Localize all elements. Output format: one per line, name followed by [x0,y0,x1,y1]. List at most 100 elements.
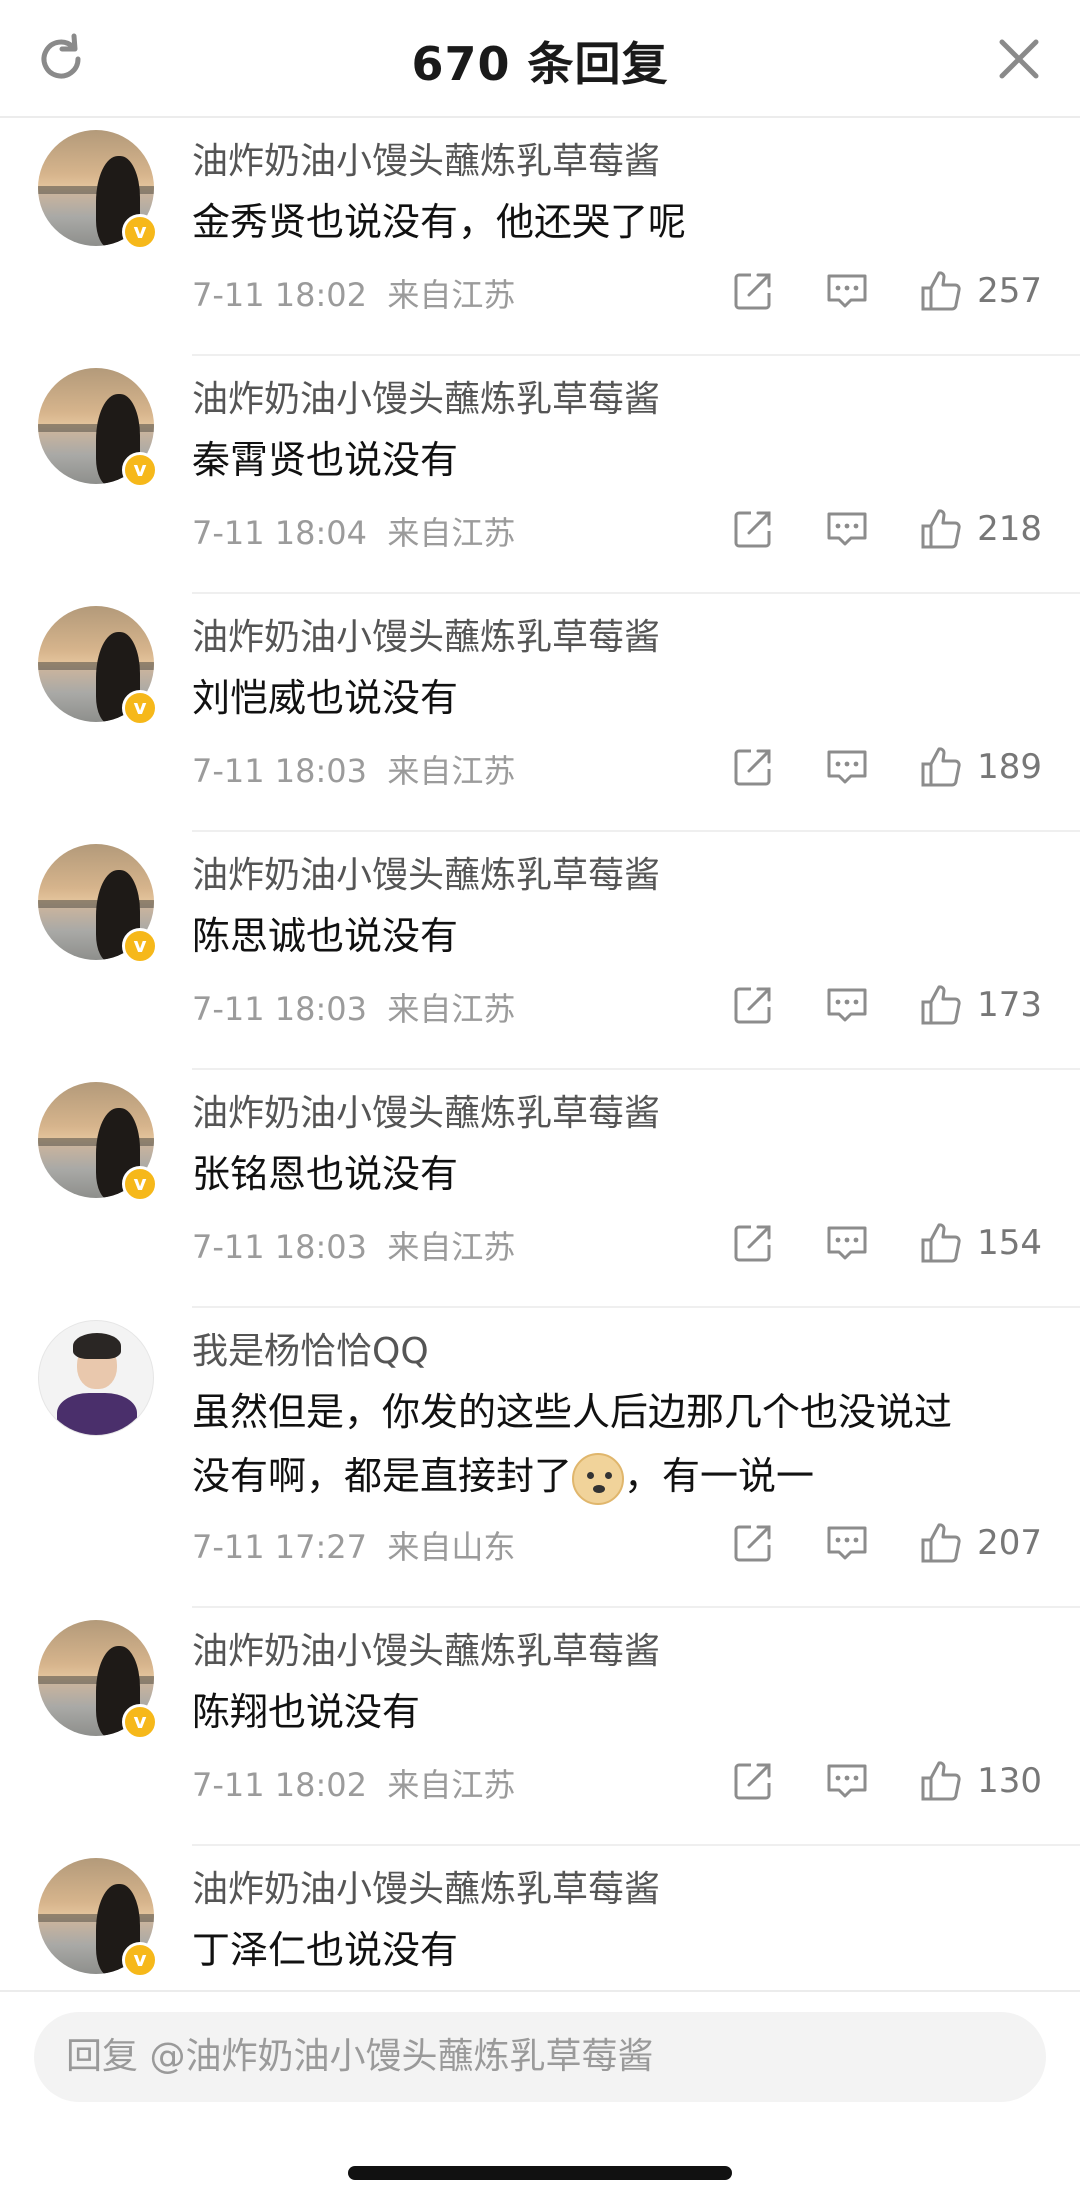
comment-item: v 油炸奶油小馒头蘸炼乳草莓酱 金秀贤也说没有，他还哭了呢 7-11 18:02… [0,118,1080,356]
thumbs-up-icon[interactable] [919,1759,963,1803]
username[interactable]: 油炸奶油小馒头蘸炼乳草莓酱 [192,132,660,184]
thumbs-up-icon[interactable] [919,1521,963,1565]
comment-time: 7-11 18:03 [192,990,368,1028]
share-icon[interactable] [731,1221,775,1265]
home-indicator[interactable] [348,2166,732,2180]
like-count: 257 [977,271,1042,311]
avatar[interactable]: v [38,368,158,488]
comment-list: v 油炸奶油小馒头蘸炼乳草莓酱 金秀贤也说没有，他还哭了呢 7-11 18:02… [0,118,1080,1990]
header: 670 条回复 [0,0,1080,118]
comment-time: 7-11 18:02 [192,1766,368,1804]
verified-badge-icon: v [122,214,158,250]
verified-badge-icon: v [122,1166,158,1202]
comment-text: 陈翔也说没有 [192,1690,421,1734]
comment-location: 来自江苏 [387,990,516,1028]
avatar[interactable]: v [38,844,158,964]
close-icon[interactable] [996,36,1042,82]
comment-icon[interactable] [825,1221,869,1265]
thumbs-up-icon[interactable] [919,1221,963,1265]
comment-time: 7-11 18:02 [192,276,368,314]
username[interactable]: 油炸奶油小馒头蘸炼乳草莓酱 [192,370,660,422]
username[interactable]: 油炸奶油小馒头蘸炼乳草莓酱 [192,1622,660,1674]
comment-item: v 油炸奶油小馒头蘸炼乳草莓酱 丁泽仁也说没有 [0,1846,1080,1990]
comment-icon[interactable] [825,507,869,551]
avatar[interactable]: v [38,1620,158,1740]
avatar[interactable]: v [38,130,158,250]
page-title: 670 条回复 [411,37,669,91]
comment-location: 来自江苏 [387,752,516,790]
comment-text: 秦霄贤也说没有 [192,438,459,482]
like-count: 207 [977,1523,1042,1563]
reply-footer: 回复 @油炸奶油小馒头蘸炼乳草莓酱 [0,1990,1080,2205]
avatar[interactable]: v [38,1082,158,1202]
comment-location: 来自江苏 [387,514,516,552]
comment-meta: 7-11 18:04 来自江苏 [192,508,515,554]
comment-item: v 油炸奶油小馒头蘸炼乳草莓酱 秦霄贤也说没有 7-11 18:04 来自江苏 … [0,356,1080,594]
comment-icon[interactable] [825,1521,869,1565]
verified-badge-icon: v [122,928,158,964]
comment-meta: 7-11 18:03 来自江苏 [192,746,515,792]
share-icon[interactable] [731,269,775,313]
username[interactable]: 油炸奶油小馒头蘸炼乳草莓酱 [192,1084,660,1136]
verified-badge-icon: v [122,1704,158,1740]
verified-badge-icon: v [122,690,158,726]
thumbs-up-icon[interactable] [919,745,963,789]
comment-meta: 7-11 17:27 来自山东 [192,1522,515,1568]
comment-actions: 173 [731,980,1042,1030]
comment-icon[interactable] [825,983,869,1027]
comment-location: 来自江苏 [387,1766,516,1804]
comment-text-line: 没有啊，都是直接封了 ，有一说一 [192,1444,1052,1508]
username[interactable]: 油炸奶油小馒头蘸炼乳草莓酱 [192,846,660,898]
comment-meta: 7-11 18:02 来自江苏 [192,270,515,316]
comment-icon[interactable] [825,745,869,789]
comment-actions: 207 [731,1518,1042,1568]
comment-meta: 7-11 18:03 来自江苏 [192,984,515,1030]
comment-text-segment: ，有一说一 [624,1454,815,1498]
comment-time: 7-11 18:03 [192,1228,368,1266]
reply-input[interactable]: 回复 @油炸奶油小馒头蘸炼乳草莓酱 [34,2012,1046,2102]
comment-item: v 油炸奶油小馒头蘸炼乳草莓酱 陈思诚也说没有 7-11 18:03 来自江苏 … [0,832,1080,1070]
like-count: 189 [977,747,1042,787]
comment-text: 金秀贤也说没有，他还哭了呢 [192,200,687,244]
share-icon[interactable] [731,1759,775,1803]
comment-item: v 油炸奶油小馒头蘸炼乳草莓酱 陈翔也说没有 7-11 18:02 来自江苏 1… [0,1608,1080,1846]
comment-location: 来自山东 [387,1528,516,1566]
avatar[interactable]: v [38,606,158,726]
comment-time: 7-11 17:27 [192,1528,368,1566]
thumbs-up-icon[interactable] [919,507,963,551]
comment-text: 刘恺威也说没有 [192,676,459,720]
comment-location: 来自江苏 [387,1228,516,1266]
comment-meta: 7-11 18:03 来自江苏 [192,1222,515,1268]
share-icon[interactable] [731,507,775,551]
comment-text-segment: 没有啊，都是直接封了 [192,1454,573,1498]
comment-time: 7-11 18:03 [192,752,368,790]
like-count: 218 [977,509,1042,549]
avatar[interactable]: v [38,1858,158,1978]
thumbs-up-icon[interactable] [919,983,963,1027]
thumbs-up-icon[interactable] [919,269,963,313]
comment-actions: 189 [731,742,1042,792]
share-icon[interactable] [731,745,775,789]
share-icon[interactable] [731,1521,775,1565]
like-count: 130 [977,1761,1042,1801]
username[interactable]: 我是杨恰恰QQ [192,1322,429,1374]
comment-text: 张铭恩也说没有 [192,1152,459,1196]
comment-item: v 油炸奶油小馒头蘸炼乳草莓酱 张铭恩也说没有 7-11 18:03 来自江苏 … [0,1070,1080,1308]
comment-actions: 130 [731,1756,1042,1806]
comment-actions: 257 [731,266,1042,316]
comment-text: 虽然但是，你发的这些人后边那几个也没说过 没有啊，都是直接封了 ，有一说一 [192,1380,1052,1508]
comment-meta: 7-11 18:02 来自江苏 [192,1760,515,1806]
like-count: 173 [977,985,1042,1025]
comment-text: 丁泽仁也说没有 [192,1928,459,1972]
verified-badge-icon: v [122,1942,158,1978]
comment-icon[interactable] [825,269,869,313]
comment-icon[interactable] [825,1759,869,1803]
avatar[interactable] [38,1320,158,1440]
comment-text: 陈思诚也说没有 [192,914,459,958]
username[interactable]: 油炸奶油小馒头蘸炼乳草莓酱 [192,1860,660,1912]
share-icon[interactable] [731,983,775,1027]
username[interactable]: 油炸奶油小馒头蘸炼乳草莓酱 [192,608,660,660]
comment-actions: 218 [731,504,1042,554]
comment-item: v 油炸奶油小馒头蘸炼乳草莓酱 刘恺威也说没有 7-11 18:03 来自江苏 … [0,594,1080,832]
comment-location: 来自江苏 [387,276,516,314]
